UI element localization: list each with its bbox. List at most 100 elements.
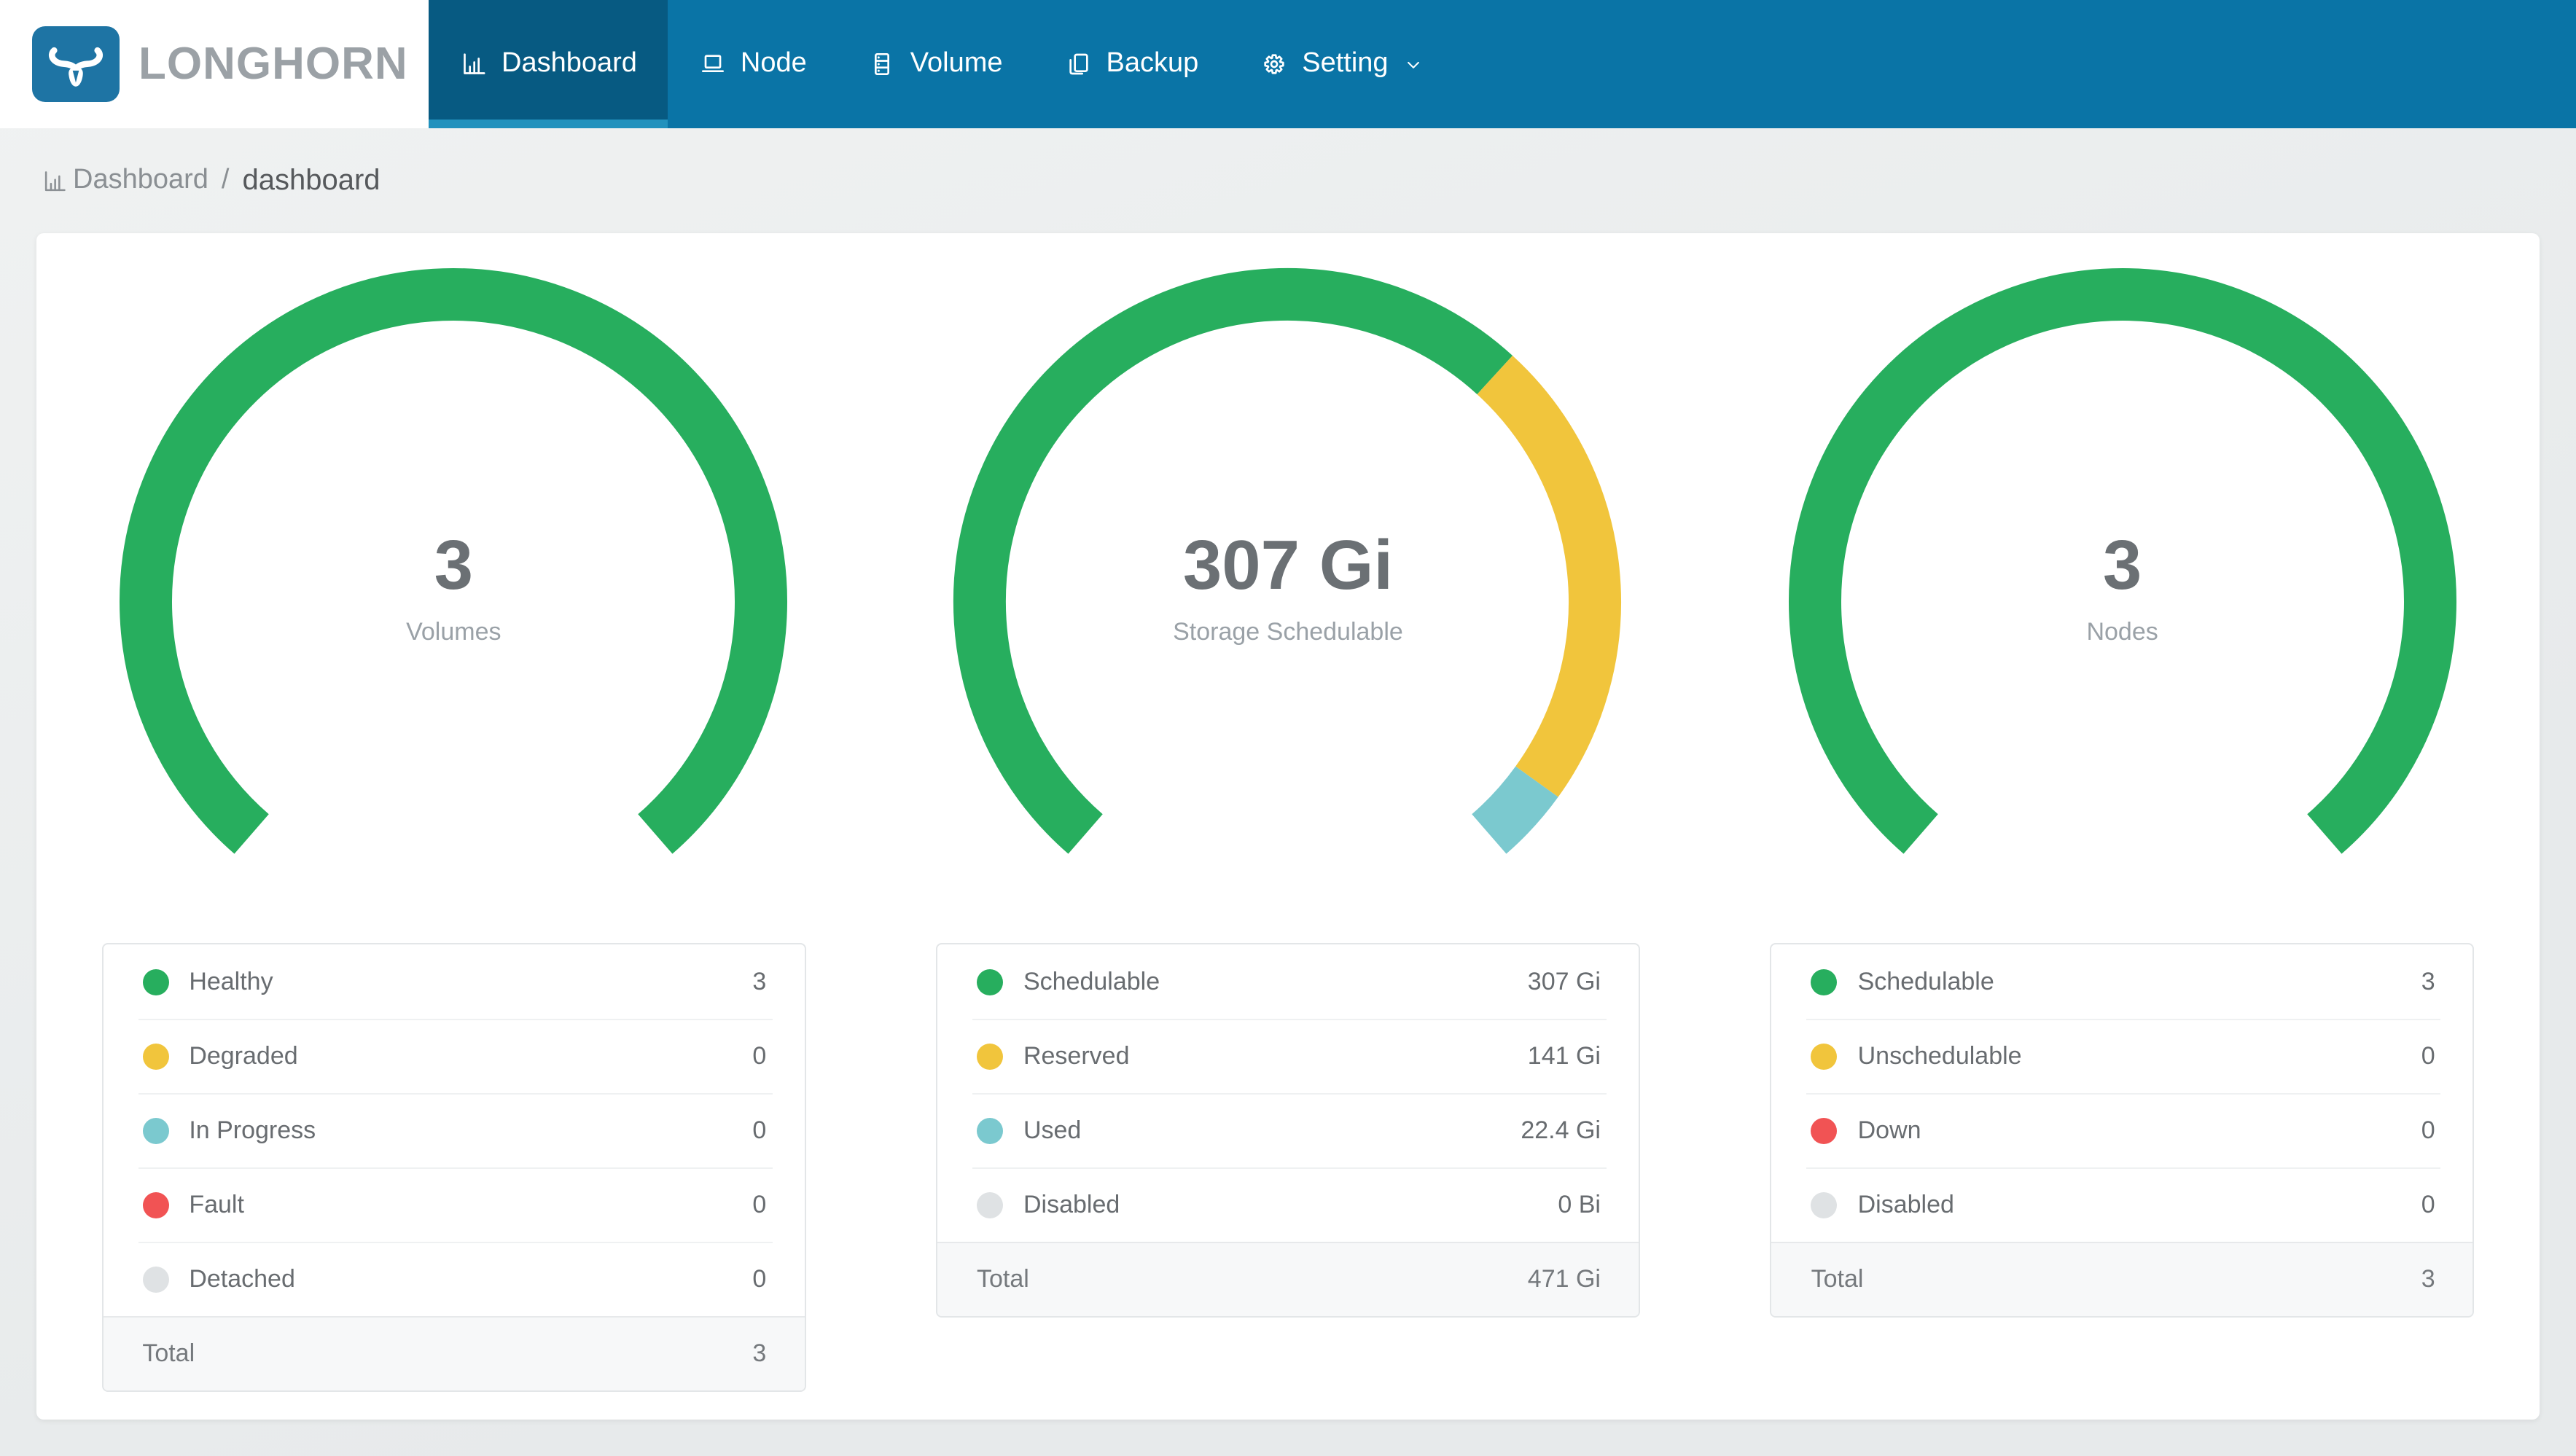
legend-row-schedulable[interactable]: Schedulable 307 Gi: [937, 944, 1639, 1019]
legend-label: Reserved: [1023, 1041, 1130, 1069]
backup-icon: [1064, 50, 1093, 79]
status-dot: [142, 1191, 169, 1218]
legend-label: Schedulable: [1857, 967, 1994, 995]
nav-tab-volume[interactable]: Volume: [838, 0, 1034, 128]
breadcrumb-separator: /: [221, 165, 230, 195]
legend-row-unschedulable[interactable]: Unschedulable 0: [1772, 1019, 2473, 1093]
legend-row-reserved[interactable]: Reserved 141 Gi: [937, 1019, 1639, 1093]
longhorn-logo-icon: [32, 26, 120, 102]
volume-icon: [868, 50, 897, 79]
legend-label: Disabled: [1023, 1190, 1120, 1218]
legend-value: 0: [752, 1041, 767, 1069]
legend-total-row: Total 3: [1771, 1242, 2473, 1316]
legend-value: 22.4 Gi: [1521, 1116, 1601, 1143]
legend-value: 0: [752, 1190, 767, 1218]
gauge-segment-schedulable: [953, 267, 1513, 854]
caret-down-icon: [1402, 53, 1425, 75]
nav-tab-label: Setting: [1302, 48, 1389, 79]
status-dot: [1811, 1191, 1838, 1218]
nav-tab-label: Dashboard: [501, 48, 637, 79]
status-dot: [976, 1117, 1003, 1143]
status-dot: [976, 1043, 1003, 1069]
status-dot: [1811, 1043, 1838, 1069]
node-icon: [698, 50, 727, 79]
legend-label: Detached: [189, 1264, 295, 1292]
nav-tab-setting[interactable]: Setting: [1229, 0, 1455, 128]
top-navigation-bar: LONGHORN Dashboard Node Volume Backup Settin…: [0, 0, 2576, 128]
nav-tab-backup[interactable]: Backup: [1034, 0, 1230, 128]
total-label: Total: [976, 1264, 1029, 1292]
legend-row-fault[interactable]: Fault 0: [103, 1167, 804, 1242]
legend-value: 0 Bi: [1558, 1190, 1601, 1218]
nav-tabs: Dashboard Node Volume Backup Setting: [429, 0, 2576, 128]
legend-value: 3: [752, 967, 767, 995]
legend-table: Schedulable 3 Unschedulable 0 Down 0 Disabled 0…: [1770, 943, 2475, 1318]
status-dot: [142, 968, 169, 995]
status-dot: [976, 968, 1003, 995]
legend-row-disabled[interactable]: Disabled 0: [1772, 1167, 2473, 1242]
brand-name: LONGHORN: [138, 38, 408, 89]
total-label: Total: [1811, 1264, 1864, 1292]
breadcrumb-current-page: dashboard: [242, 164, 380, 196]
legend-table: Healthy 3 Degraded 0 In Progress 0 Fault 0 Detac…: [101, 943, 806, 1392]
legend-row-detached[interactable]: Detached 0: [103, 1242, 804, 1316]
total-value: 3: [2421, 1264, 2435, 1292]
legend-value: 0: [2421, 1116, 2435, 1143]
legend-label: Fault: [189, 1190, 244, 1218]
legend-total-row: Total 471 Gi: [937, 1242, 1639, 1316]
legend-value: 141 Gi: [1527, 1041, 1601, 1069]
total-value: 471 Gi: [1527, 1264, 1601, 1292]
gauge-segment-schedulable: [1788, 268, 2456, 854]
total-value: 3: [752, 1339, 767, 1366]
gauge-wrap: 3 Nodes: [1780, 252, 2465, 879]
chart-column-volumes: 3 Volumes Healthy 3 Degraded 0 In Progress 0 Fau…: [36, 252, 871, 1392]
gauge-segment-used: [1472, 766, 1559, 854]
status-dot: [142, 1266, 169, 1292]
status-dot: [142, 1043, 169, 1069]
logo[interactable]: LONGHORN: [0, 0, 429, 128]
gauge-wrap: 307 Gi Storage Schedulable: [945, 252, 1631, 879]
nav-tab-dashboard[interactable]: Dashboard: [429, 0, 668, 128]
setting-gear-icon: [1260, 50, 1289, 79]
status-dot: [976, 1191, 1003, 1218]
legend-row-healthy[interactable]: Healthy 3: [103, 944, 804, 1019]
legend-table: Schedulable 307 Gi Reserved 141 Gi Used 22.4 …: [935, 943, 1640, 1318]
legend-label: Healthy: [189, 967, 273, 995]
nav-tab-label: Backup: [1106, 48, 1199, 79]
legend-value: 3: [2421, 967, 2435, 995]
legend-row-schedulable[interactable]: Schedulable 3: [1772, 944, 2473, 1019]
breadcrumb-section[interactable]: Dashboard: [73, 165, 208, 197]
legend-label: In Progress: [189, 1116, 316, 1143]
legend-value: 0: [2421, 1041, 2435, 1069]
legend-row-disabled[interactable]: Disabled 0 Bi: [937, 1167, 1639, 1242]
nav-tab-label: Node: [740, 48, 807, 79]
chart-column-nodes: 3 Nodes Schedulable 3 Unschedulable 0 Down 0 Dis…: [1705, 252, 2540, 1392]
legend-value: 0: [752, 1116, 767, 1143]
longhorn-dashboard-page: LONGHORN Dashboard Node Volume Backup Settin…: [0, 0, 2576, 1456]
bar-chart-icon: [41, 167, 73, 195]
legend-label: Down: [1857, 1116, 1921, 1143]
gauge-chart: [953, 267, 1622, 854]
legend-label: Used: [1023, 1116, 1082, 1143]
legend-value: 0: [752, 1264, 767, 1292]
legend-label: Schedulable: [1023, 967, 1160, 995]
gauge-chart: [120, 268, 788, 854]
charts-row: 3 Volumes Healthy 3 Degraded 0 In Progress 0 Fau…: [36, 233, 2540, 1420]
nav-tab-node[interactable]: Node: [668, 0, 838, 128]
legend-row-down[interactable]: Down 0: [1772, 1093, 2473, 1167]
legend-label: Degraded: [189, 1041, 298, 1069]
legend-label: Disabled: [1857, 1190, 1954, 1218]
legend-label: Unschedulable: [1857, 1041, 2022, 1069]
legend-row-used[interactable]: Used 22.4 Gi: [937, 1093, 1639, 1167]
nav-tab-label: Volume: [910, 48, 1003, 79]
gauge-chart: [1788, 268, 2456, 854]
legend-row-degraded[interactable]: Degraded 0: [103, 1019, 804, 1093]
legend-value: 307 Gi: [1527, 967, 1601, 995]
legend-total-row: Total 3: [103, 1316, 805, 1390]
status-dot: [1811, 1117, 1838, 1143]
dashboard-chart-icon: [459, 50, 488, 79]
scale-wrapper: LONGHORN Dashboard Node Volume Backup Settin…: [0, 0, 2576, 1456]
status-dot: [1811, 968, 1838, 995]
legend-value: 0: [2421, 1190, 2435, 1218]
legend-row-in-progress[interactable]: In Progress 0: [103, 1093, 804, 1167]
